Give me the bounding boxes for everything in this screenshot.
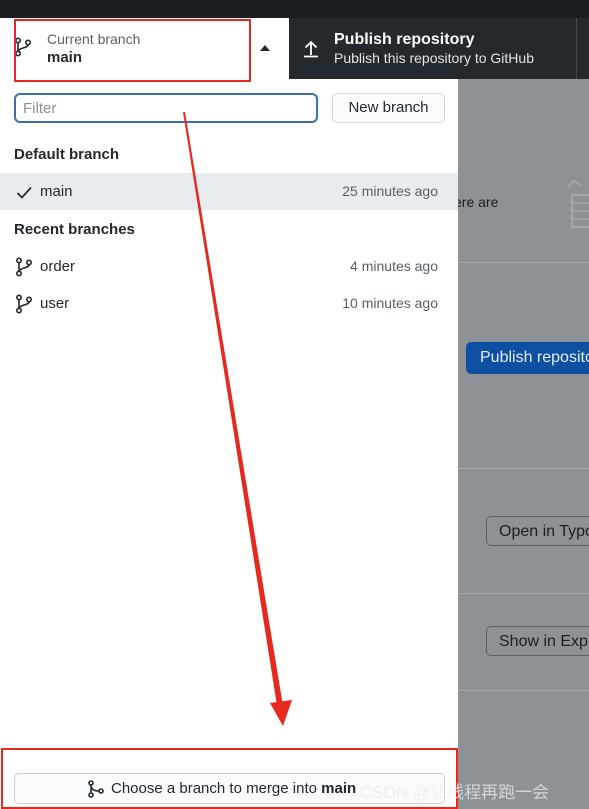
- merge-target-branch: main: [321, 780, 357, 797]
- publish-description: Publish this repository to GitHub: [334, 50, 534, 66]
- publish-title: Publish repository: [334, 31, 475, 48]
- branch-name: main: [40, 183, 73, 200]
- publish-repository-button[interactable]: Publish repository Publish this reposito…: [289, 18, 577, 79]
- background-divider: [458, 593, 589, 594]
- toolbar-divider: [576, 18, 577, 79]
- background-publish-button: Publish reposito: [466, 342, 589, 374]
- title-bar-strip: [0, 0, 589, 18]
- illustration-icon: [567, 180, 589, 228]
- caret-up-icon: [260, 45, 270, 51]
- merge-icon: [88, 780, 104, 798]
- recent-branches-header: Recent branches: [14, 221, 135, 238]
- check-icon: [16, 186, 32, 199]
- new-branch-button[interactable]: New branch: [332, 93, 445, 123]
- filter-input[interactable]: [14, 93, 318, 123]
- branch-item-order[interactable]: order 4 minutes ago: [0, 248, 458, 285]
- background-show-in-button: Show in Explo: [486, 626, 589, 656]
- current-branch-button[interactable]: Current branch main: [0, 18, 289, 79]
- branch-icon: [15, 257, 33, 277]
- branch-item-main[interactable]: main 25 minutes ago: [0, 173, 458, 210]
- upload-icon: [304, 40, 318, 58]
- current-branch-name: main: [47, 49, 83, 66]
- merge-label: Choose a branch to merge into main: [111, 780, 356, 797]
- toolbar: Current branch main Publish repository P…: [0, 0, 589, 79]
- default-branch-header: Default branch: [14, 146, 120, 163]
- branch-dropdown: New branch Default branch main 25 minute…: [0, 79, 458, 809]
- background-content: ere are Publish reposito Open in Typo Sh…: [458, 79, 589, 809]
- branch-time: 10 minutes ago: [342, 295, 438, 311]
- background-divider: [458, 690, 589, 691]
- background-open-in-button: Open in Typo: [486, 516, 589, 546]
- merge-label-prefix: Choose a branch to merge into: [111, 780, 317, 797]
- branch-name: user: [40, 295, 70, 312]
- background-divider: [458, 468, 589, 469]
- branch-icon: [15, 294, 33, 314]
- branch-item-user[interactable]: user 10 minutes ago: [0, 285, 458, 322]
- watermark: CSDN @让线程再跑一会: [360, 783, 550, 802]
- branch-name: order: [40, 258, 76, 275]
- branch-time: 4 minutes ago: [350, 258, 438, 274]
- current-branch-label: Current branch: [47, 31, 141, 47]
- branch-icon: [14, 37, 32, 57]
- background-text: ere are: [458, 194, 499, 210]
- background-divider: [458, 262, 589, 263]
- branch-time: 25 minutes ago: [342, 183, 438, 199]
